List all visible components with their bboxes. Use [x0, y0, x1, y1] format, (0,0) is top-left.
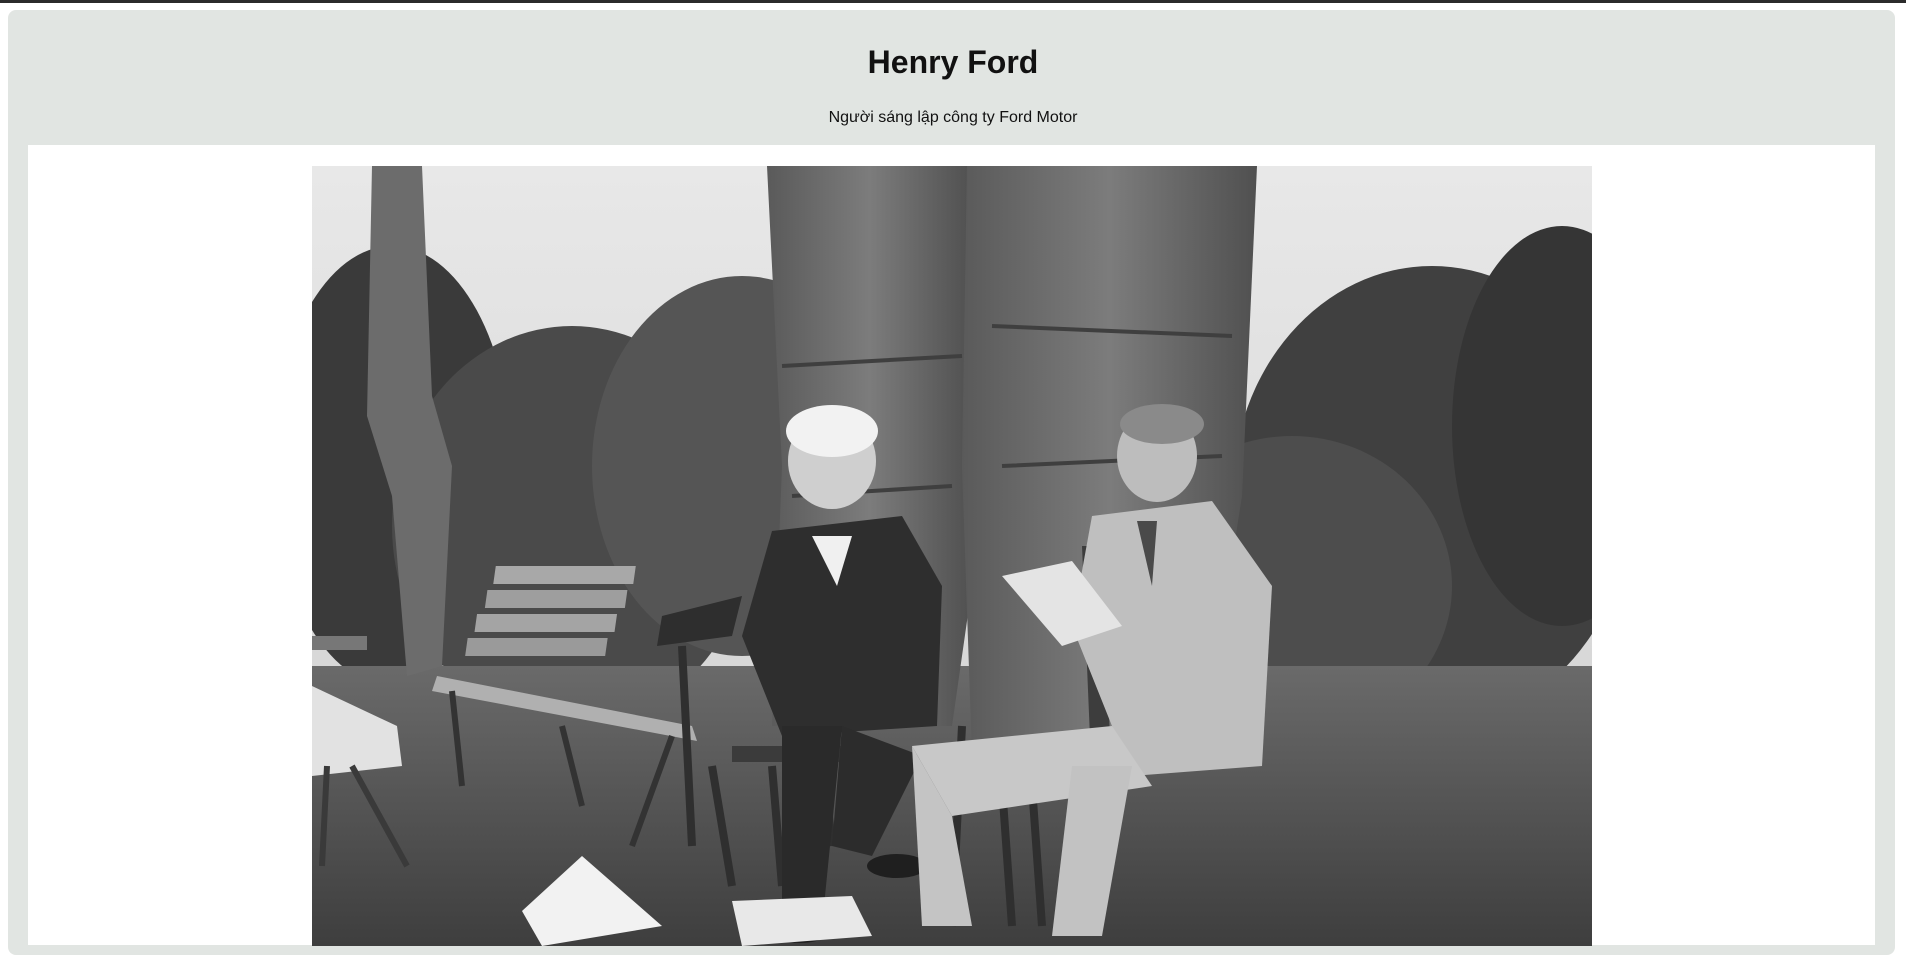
page-subtitle: Người sáng lập công ty Ford Motor: [828, 109, 1078, 126]
page-title: Henry Ford: [867, 44, 1039, 80]
historical-photo: [312, 166, 1592, 946]
photo-illustration: [312, 166, 1592, 946]
browser-top-edge: [0, 0, 1906, 3]
